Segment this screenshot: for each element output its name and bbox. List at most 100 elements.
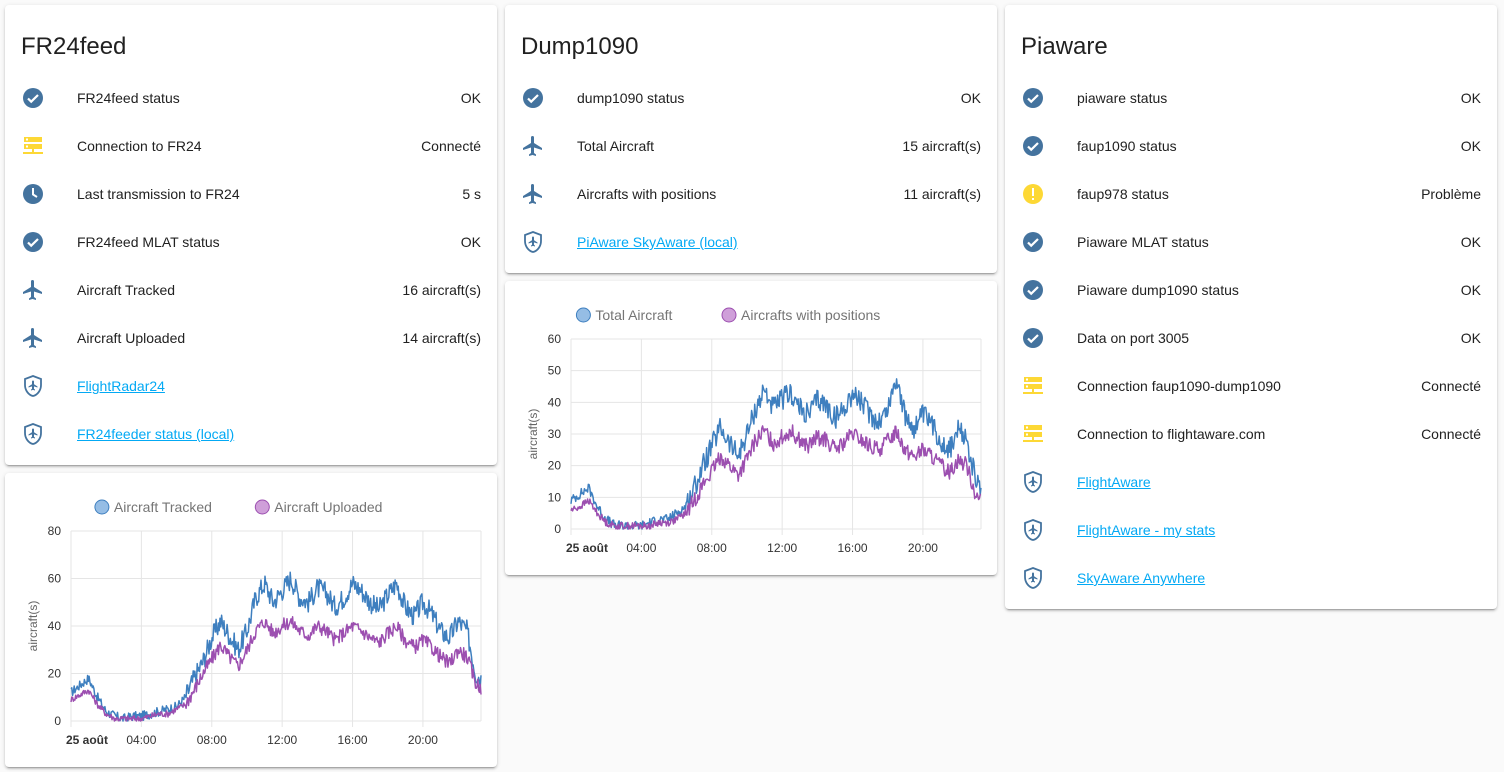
- y-tick-label: 80: [48, 524, 62, 538]
- server-network-icon: [1021, 366, 1061, 406]
- airplane-icon: [21, 318, 61, 358]
- entity-row[interactable]: Aircrafts with positions 11 aircraft(s): [521, 170, 981, 218]
- entity-state: Connecté: [1421, 378, 1481, 394]
- check-circle-icon: [21, 222, 61, 262]
- entity-state: OK: [1460, 330, 1481, 346]
- legend-item[interactable]: Aircrafts with positions: [721, 307, 880, 323]
- check-circle-icon: [1021, 78, 1061, 118]
- entity-state: OK: [460, 90, 481, 106]
- entity-row[interactable]: Connection to flightaware.com Connecté: [1021, 410, 1481, 458]
- entity-row[interactable]: Piaware MLAT status OK: [1021, 218, 1481, 266]
- history-chart[interactable]: Aircraft Tracked Aircraft Uploaded 0 20 40 60…: [5, 473, 497, 767]
- x-tick-label: 25 août: [66, 733, 108, 747]
- entity-row[interactable]: FlightRadar24: [21, 362, 481, 410]
- entity-name: faup1090 status: [1077, 138, 1177, 154]
- legend-label: Aircraft Tracked: [114, 499, 212, 515]
- history-chart[interactable]: Total Aircraft Aircrafts with positions 0 1…: [505, 281, 997, 575]
- legend-item[interactable]: Total Aircraft: [575, 307, 673, 323]
- y-tick-label: 60: [48, 572, 62, 586]
- dump1090-card: Dump1090 dump1090 status OK Total Aircraft…: [505, 5, 997, 273]
- entity-name: Aircrafts with positions: [577, 186, 717, 202]
- entity-row[interactable]: faup1090 status OK: [1021, 122, 1481, 170]
- check-circle-icon: [521, 78, 561, 118]
- entity-row[interactable]: FlightAware - my stats: [1021, 506, 1481, 554]
- entity-row[interactable]: faup978 status Problème: [1021, 170, 1481, 218]
- entity-state: OK: [1460, 282, 1481, 298]
- entity-row[interactable]: Connection faup1090-dump1090 Connecté: [1021, 362, 1481, 410]
- series-line[interactable]: [570, 424, 982, 530]
- entity-row[interactable]: FlightAware: [1021, 458, 1481, 506]
- piaware-card: Piaware piaware status OK faup1090 status O…: [1005, 5, 1497, 609]
- legend-item[interactable]: Aircraft Uploaded: [254, 499, 382, 515]
- series-line[interactable]: [70, 571, 482, 722]
- entity-row[interactable]: Data on port 3005 OK: [1021, 314, 1481, 362]
- entity-row[interactable]: Connection to FR24 Connecté: [21, 122, 481, 170]
- legend-label: Aircraft Uploaded: [274, 499, 382, 515]
- shield-airplane-icon: [1021, 462, 1061, 502]
- entity-name: dump1090 status: [577, 90, 685, 106]
- y-tick-label: 20: [548, 459, 562, 473]
- legend-swatch: [254, 499, 270, 515]
- entity-name: Connection to flightaware.com: [1077, 426, 1266, 442]
- y-tick-label: 40: [548, 395, 562, 409]
- entity-name: Total Aircraft: [577, 138, 655, 154]
- shield-airplane-icon: [1021, 510, 1061, 550]
- entity-state: 15 aircraft(s): [902, 138, 981, 154]
- entity-name: Aircraft Uploaded: [77, 330, 186, 346]
- entity-link[interactable]: FlightAware: [1061, 474, 1481, 490]
- y-axis-label: aircraft(s): [26, 601, 40, 652]
- entity-row[interactable]: SkyAware Anywhere: [1021, 554, 1481, 602]
- entity-name: faup978 status: [1077, 186, 1169, 202]
- entity-state: 16 aircraft(s): [402, 282, 481, 298]
- entity-state: Connecté: [421, 138, 481, 154]
- entity-row[interactable]: Aircraft Tracked 16 aircraft(s): [21, 266, 481, 314]
- entity-link[interactable]: SkyAware Anywhere: [1061, 570, 1481, 586]
- y-tick-label: 10: [548, 490, 562, 504]
- entity-name: Connection to FR24: [77, 138, 202, 154]
- x-tick-label: 25 août: [566, 541, 608, 555]
- y-tick-label: 0: [554, 522, 561, 536]
- x-tick-label: 16:00: [338, 733, 368, 747]
- x-tick-label: 04:00: [126, 733, 156, 747]
- alert-circle-icon: [1021, 174, 1061, 214]
- legend-item[interactable]: Aircraft Tracked: [94, 499, 212, 515]
- check-circle-icon: [21, 78, 61, 118]
- entity-name: FR24feed MLAT status: [77, 234, 220, 250]
- shield-airplane-icon: [21, 414, 61, 454]
- card-title: Dump1090: [521, 33, 639, 60]
- entity-link[interactable]: FlightRadar24: [61, 378, 481, 394]
- entity-row[interactable]: Aircraft Uploaded 14 aircraft(s): [21, 314, 481, 362]
- entity-name: Data on port 3005: [1077, 330, 1190, 346]
- entity-name: piaware status: [1077, 90, 1168, 106]
- entity-row[interactable]: dump1090 status OK: [521, 74, 981, 122]
- entity-row[interactable]: Total Aircraft 15 aircraft(s): [521, 122, 981, 170]
- series-line[interactable]: [70, 616, 482, 722]
- airplane-icon: [521, 174, 561, 214]
- check-circle-icon: [1021, 270, 1061, 310]
- entity-row[interactable]: Last transmission to FR24 5 s: [21, 170, 481, 218]
- x-tick-label: 20:00: [408, 733, 438, 747]
- entity-link[interactable]: FlightAware - my stats: [1061, 522, 1481, 538]
- entity-link[interactable]: PiAware SkyAware (local): [561, 234, 981, 250]
- entity-name: Last transmission to FR24: [77, 186, 240, 202]
- y-axis-label: aircraft(s): [526, 409, 540, 460]
- x-tick-label: 20:00: [908, 541, 938, 555]
- shield-airplane-icon: [521, 222, 561, 262]
- entity-state: OK: [1460, 234, 1481, 250]
- entity-state: OK: [1460, 90, 1481, 106]
- entity-row[interactable]: FR24feed status OK: [21, 74, 481, 122]
- entity-name: FR24feed status: [77, 90, 180, 106]
- entity-row[interactable]: PiAware SkyAware (local): [521, 218, 981, 266]
- legend-swatch: [721, 307, 737, 323]
- y-tick-label: 60: [548, 332, 562, 346]
- y-tick-label: 0: [54, 714, 61, 728]
- entity-name: Aircraft Tracked: [77, 282, 176, 298]
- check-circle-icon: [1021, 126, 1061, 166]
- entity-row[interactable]: FR24feeder status (local): [21, 410, 481, 458]
- card-title: Piaware: [1021, 33, 1108, 60]
- entity-row[interactable]: piaware status OK: [1021, 74, 1481, 122]
- entity-row[interactable]: Piaware dump1090 status OK: [1021, 266, 1481, 314]
- entity-row[interactable]: FR24feed MLAT status OK: [21, 218, 481, 266]
- entity-list: dump1090 status OK Total Aircraft 15 aircra…: [521, 74, 981, 266]
- entity-link[interactable]: FR24feeder status (local): [61, 426, 481, 442]
